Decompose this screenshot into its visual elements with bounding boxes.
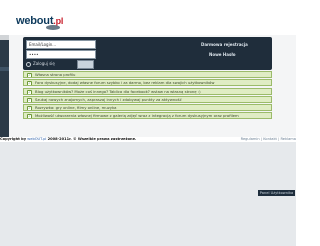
features-list: ✓ Własna strona profilu ✓ Fora dyskusyjne,… — [23, 71, 272, 121]
sidebar-tab-active[interactable] — [0, 67, 9, 71]
register-link[interactable]: Darmowa rejestracja — [201, 42, 248, 47]
login-label: Zaloguj się — [33, 61, 55, 66]
check-icon: ✓ — [27, 73, 32, 77]
footer-link-kontakt[interactable]: Kontakt — [263, 137, 277, 141]
radio-icon[interactable] — [26, 61, 31, 67]
check-icon: ✓ — [27, 81, 32, 86]
check-icon: ✓ — [27, 89, 32, 94]
check-icon: ✓ — [27, 114, 32, 119]
check-icon: ✓ — [27, 97, 32, 102]
feature-text: Rozrywka: gry online, filmy online, muzy… — [35, 105, 117, 110]
feature-item: ✓ Możliwość utworzenia własnej firmowe z … — [23, 112, 272, 120]
page-background — [0, 142, 296, 246]
feature-text: Blog użytkowników? Może coś innego? Tabl… — [35, 88, 201, 94]
feature-item: ✓ Blog użytkowników? Może coś innego? Tab… — [23, 87, 272, 95]
forgot-password-link[interactable]: Nowe Hasło — [209, 52, 236, 57]
login-panel: Email/Login... •••• Zaloguj się Darmowa … — [23, 37, 272, 70]
feature-item: ✓ Własna strona profilu — [23, 71, 272, 78]
feature-item: ✓ Fora dyskusyjne, dodaj własne forum szy… — [23, 79, 272, 87]
feature-item: ✓ Szukaj nowych znajomych, zapraszaj inny… — [23, 95, 272, 103]
feature-text: Szukaj nowych znajomych, zapraszaj innyc… — [35, 96, 182, 102]
login-submit-button[interactable] — [77, 60, 94, 69]
password-input[interactable]: •••• — [26, 50, 96, 59]
login-action[interactable]: Zaloguj się — [26, 61, 55, 67]
footer-link-reklama[interactable]: Reklama — [280, 137, 296, 141]
feature-text: Możliwość utworzenia własnej firmowe z g… — [35, 113, 239, 119]
login-input[interactable]: Email/Login... — [26, 40, 96, 49]
user-panel-button[interactable]: Panel Użytkownika — [258, 190, 295, 196]
feature-text: Własna strona profilu — [35, 72, 76, 77]
header: webout.pl — [0, 0, 296, 35]
check-icon: ✓ — [27, 106, 32, 110]
footer-link-regulamin[interactable]: Regulamin — [241, 137, 260, 141]
feature-text: Fora dyskusyjne, dodaj własne forum szyb… — [35, 80, 215, 86]
logo-swoosh-icon — [46, 25, 60, 30]
feature-item: ✓ Rozrywka: gry online, filmy online, muz… — [23, 104, 272, 111]
copyright-link[interactable]: webOUT.pl — [27, 137, 46, 141]
copyright-prefix: Copyright by — [0, 137, 28, 141]
copyright-suffix: 2008-2011r. © Wszelkie prawa zastrzeżone… — [46, 137, 137, 141]
sidebar-tab[interactable] — [0, 35, 9, 40]
left-sidebar-strip — [0, 35, 9, 137]
